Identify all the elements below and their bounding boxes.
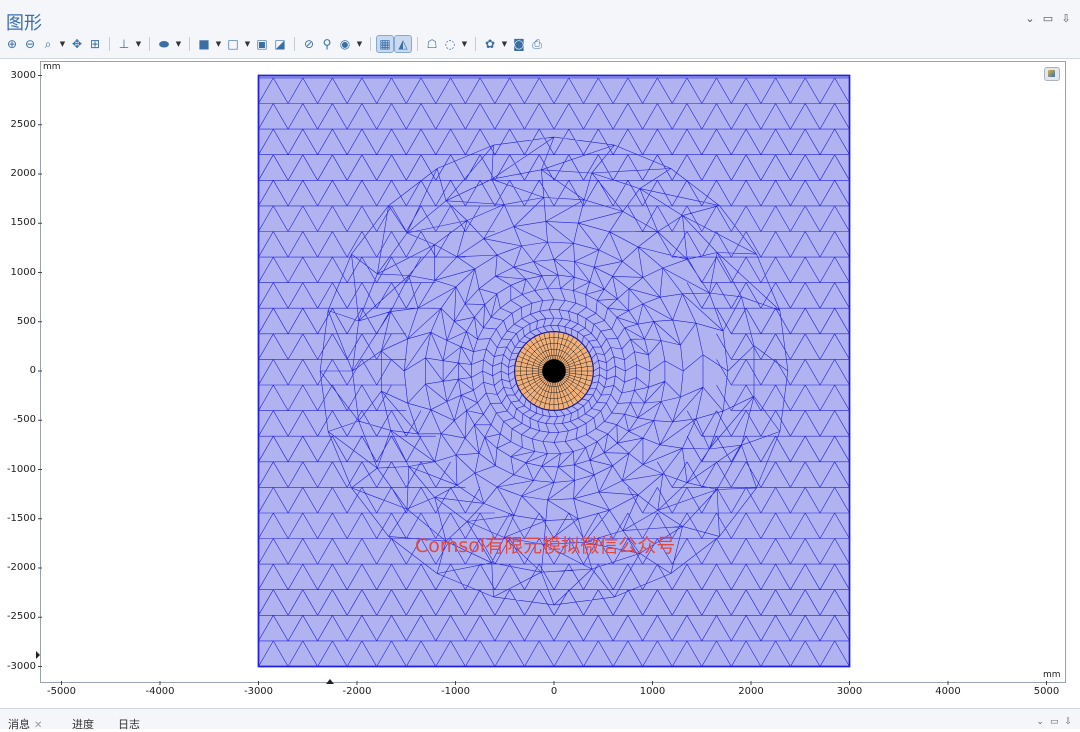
y-tick-label: -2000: [6, 562, 36, 573]
x-tick-label: -1000: [440, 686, 471, 697]
y-tick-label: 0: [29, 365, 36, 376]
y-tick-label: 2000: [10, 168, 36, 179]
pin-icon[interactable]: ⇩: [1064, 717, 1072, 727]
bottom-panel-tabs: 消息 ✕ 进度 日志 ⌄ ▭ ⇩: [0, 708, 1080, 732]
y-tick-label: -500: [13, 414, 36, 426]
x-tick-label: 2000: [738, 686, 764, 697]
watermark-text: Comsol有限元模拟微信公众号: [415, 535, 676, 557]
bottom-window-controls: ⌄ ▭ ⇩: [1036, 717, 1072, 727]
y-tick-label: 3000: [10, 69, 36, 81]
axis-marker: [36, 651, 40, 659]
y-tick-label: 1500: [10, 217, 36, 229]
maximize-icon[interactable]: ▭: [1050, 717, 1059, 727]
x-tick-label: 0: [550, 686, 558, 697]
x-tick-label: 5000: [1033, 686, 1060, 697]
tab-messages-label: 消息: [8, 718, 30, 731]
y-tick-label: -1500: [6, 512, 36, 524]
tab-log[interactable]: 日志: [118, 716, 140, 732]
collapse-icon[interactable]: ⌄: [1036, 717, 1044, 727]
y-tick-label: -2500: [6, 611, 36, 623]
circle-core: [542, 359, 566, 383]
x-tick-label: -2000: [342, 686, 372, 697]
x-tick-label: 4000: [935, 686, 961, 697]
x-tick-label: 1000: [639, 686, 666, 697]
tab-messages[interactable]: 消息 ✕: [8, 716, 42, 732]
axis-marker: [326, 679, 334, 684]
y-tick-label: -1000: [6, 463, 36, 475]
x-tick-label: -4000: [145, 686, 175, 697]
mesh-plot: [36, 74, 1047, 685]
y-tick-label: 1000: [10, 266, 36, 278]
x-tick-label: -3000: [243, 686, 274, 697]
x-tick-label: -5000: [46, 686, 77, 697]
close-icon[interactable]: ✕: [34, 720, 42, 731]
y-tick-label: 500: [16, 315, 36, 327]
x-tick-label: 3000: [836, 686, 863, 697]
y-tick-label: 2500: [10, 118, 36, 130]
tab-progress[interactable]: 进度: [72, 716, 94, 732]
y-tick-label: -3000: [6, 660, 36, 672]
